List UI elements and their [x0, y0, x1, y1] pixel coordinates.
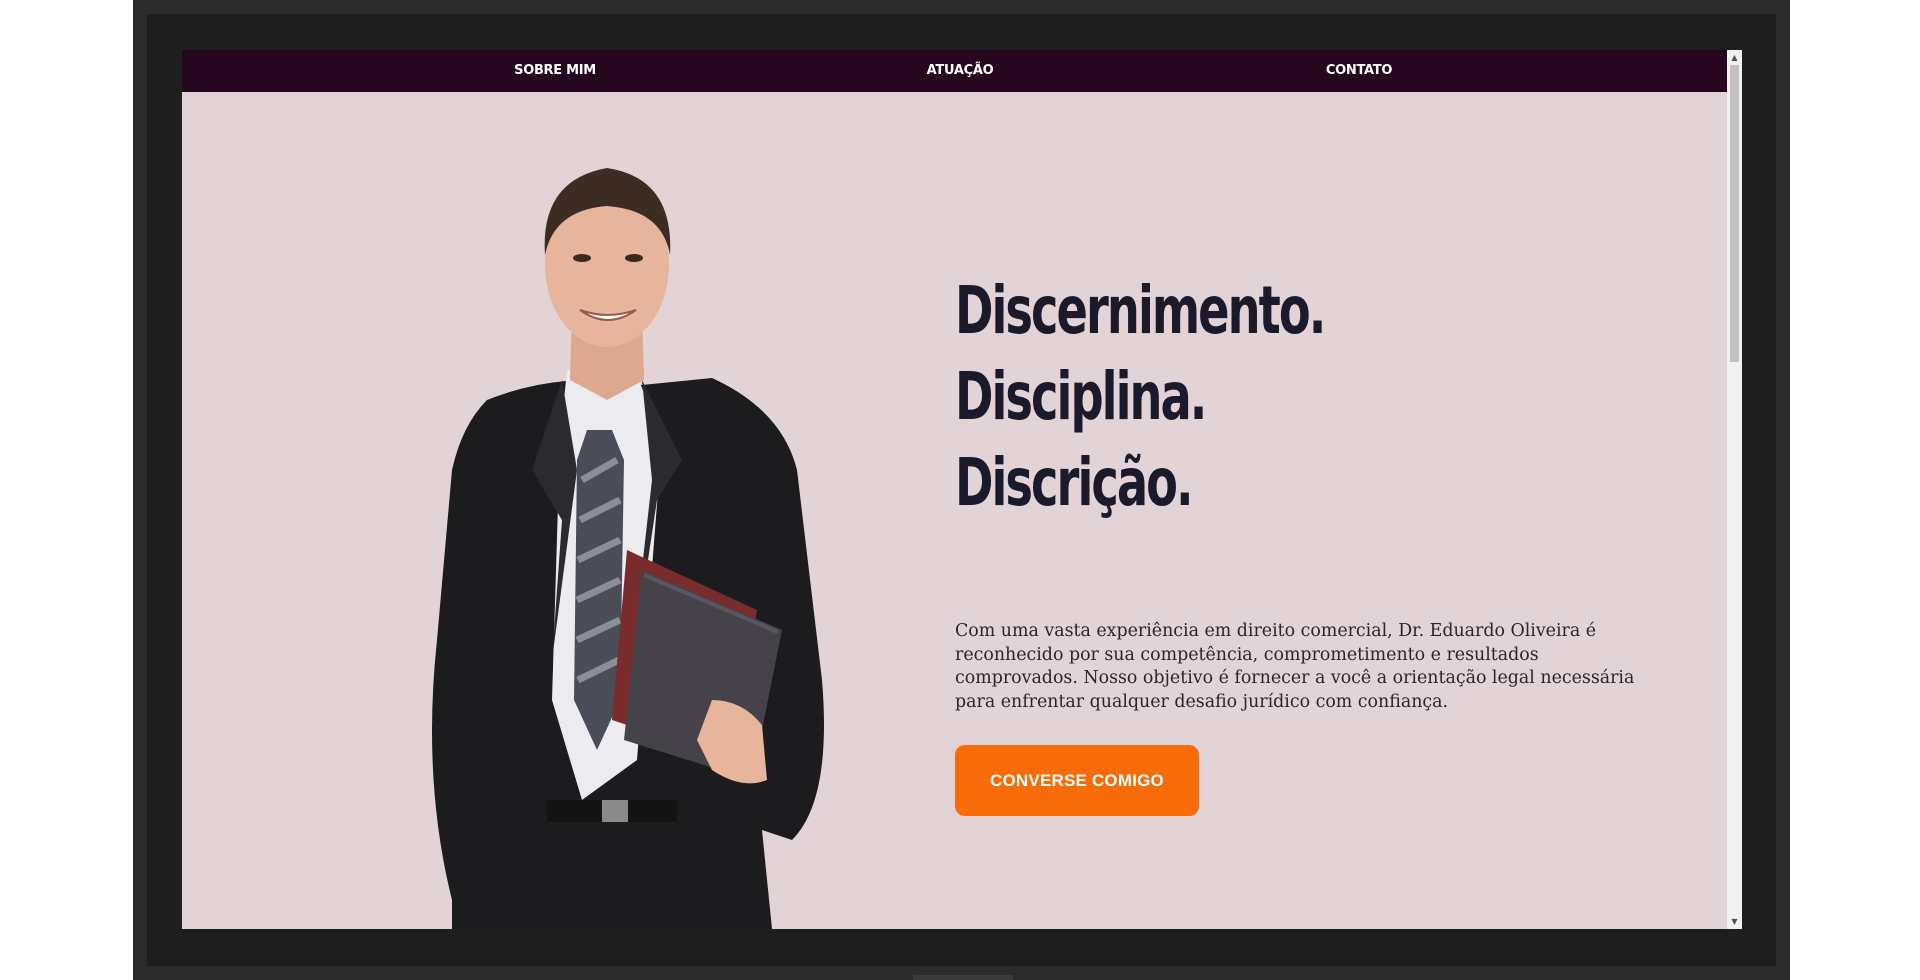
intro-paragraph: Com uma vasta experiência em direito com… [955, 621, 1635, 712]
businessman-photo [412, 140, 902, 929]
nav-link-atuacao[interactable]: ATUAÇÃO [927, 50, 994, 92]
nav-link-sobre-mim[interactable]: SOBRE MIM [514, 50, 596, 92]
nav-link-contato[interactable]: CONTATO [1326, 50, 1393, 92]
headline-line-1: Discernimento. [955, 272, 1326, 349]
headline-line-3: Discrição. [955, 444, 1194, 521]
top-navigation: SOBRE MIM ATUAÇÃO CONTATO [182, 50, 1727, 92]
headline-line-2: Disciplina. [955, 358, 1207, 435]
converse-comigo-button[interactable]: CONVERSE COMIGO [955, 745, 1199, 816]
scroll-down-icon[interactable]: ▼ [1727, 914, 1742, 929]
scroll-thumb[interactable] [1730, 65, 1739, 362]
browser-viewport: SOBRE MIM ATUAÇÃO CONTATO Discernimento.… [182, 50, 1742, 929]
scroll-up-icon[interactable]: ▲ [1727, 50, 1742, 65]
vertical-scrollbar[interactable]: ▲ ▼ [1727, 50, 1742, 929]
monitor-stand [913, 975, 1013, 980]
